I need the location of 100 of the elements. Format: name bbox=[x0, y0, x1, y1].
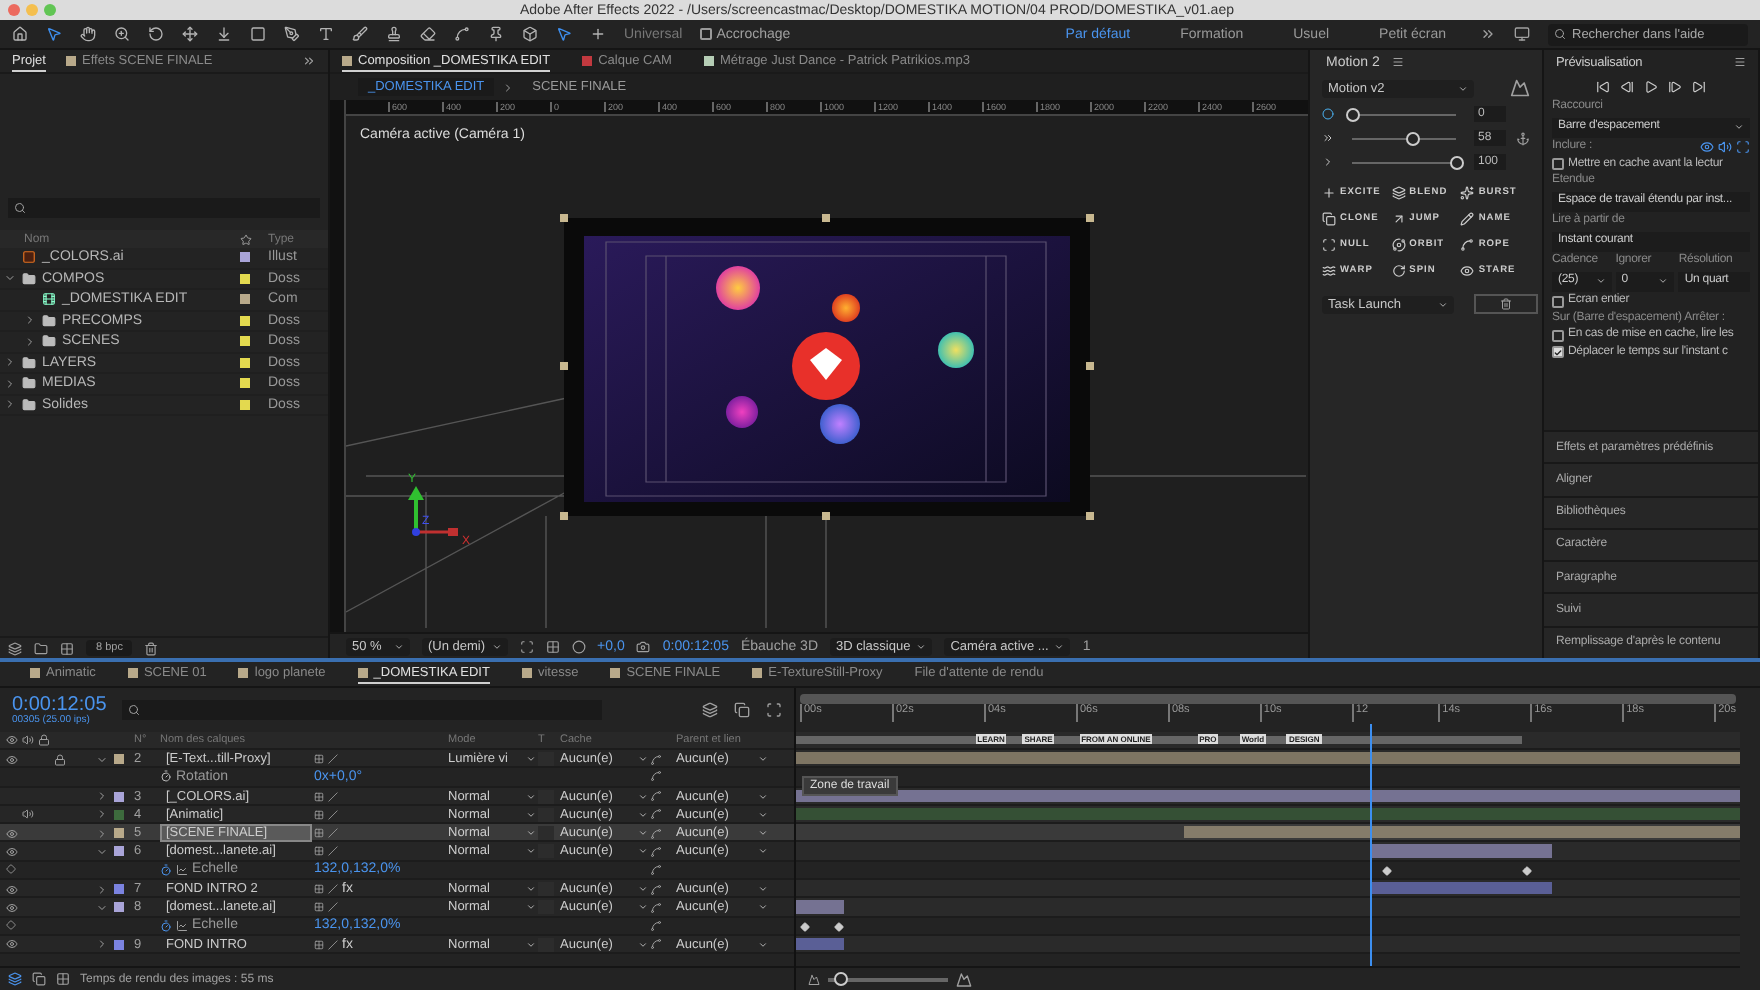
zoom-slider-thumb[interactable] bbox=[833, 972, 847, 986]
pick-whip-icon[interactable] bbox=[650, 790, 662, 803]
pick-whip-icon[interactable] bbox=[650, 919, 662, 932]
eraser-icon[interactable] bbox=[420, 26, 436, 42]
keyframe-nav-icon[interactable] bbox=[6, 864, 16, 875]
slider-thumb[interactable] bbox=[1449, 155, 1463, 169]
arrow-down-icon[interactable] bbox=[216, 26, 232, 42]
eye-icon[interactable] bbox=[1700, 140, 1714, 154]
curve-icon bbox=[1460, 238, 1475, 252]
orbit-icon bbox=[1391, 238, 1406, 252]
pick-whip-icon[interactable] bbox=[650, 863, 662, 876]
stopwatch-icon[interactable] bbox=[160, 919, 172, 932]
play-button[interactable] bbox=[1644, 79, 1658, 93]
keyframe-icon[interactable] bbox=[1522, 865, 1533, 876]
pick-whip-icon[interactable] bbox=[650, 808, 662, 821]
camera-icon[interactable] bbox=[636, 639, 651, 653]
grid-icon[interactable] bbox=[60, 641, 74, 655]
brush-icon[interactable] bbox=[352, 26, 368, 42]
folder-icon bbox=[22, 271, 36, 286]
slider-thumb[interactable] bbox=[1345, 107, 1359, 121]
plus-icon[interactable] bbox=[590, 26, 606, 42]
search-field[interactable] bbox=[8, 198, 320, 218]
folder-icon[interactable] bbox=[34, 641, 48, 655]
folder-icon bbox=[22, 355, 36, 370]
cube-icon[interactable] bbox=[522, 26, 538, 42]
more-icon[interactable] bbox=[1480, 26, 1496, 42]
eye-icon[interactable] bbox=[6, 938, 18, 951]
curve-icon[interactable] bbox=[454, 26, 470, 42]
hand-icon[interactable] bbox=[80, 26, 96, 42]
eye-icon[interactable] bbox=[6, 753, 18, 765]
monitor-icon[interactable] bbox=[1514, 26, 1530, 42]
search-icon bbox=[1554, 28, 1566, 40]
pick-whip-icon[interactable] bbox=[650, 901, 662, 914]
keyframe-icon[interactable] bbox=[833, 921, 844, 932]
delete-button[interactable] bbox=[1474, 294, 1538, 314]
region-icon[interactable] bbox=[519, 639, 534, 653]
zoom-in-icon[interactable] bbox=[956, 971, 972, 987]
first-frame-button[interactable] bbox=[1596, 79, 1610, 93]
pointer-icon[interactable] bbox=[46, 26, 62, 42]
eye-icon[interactable] bbox=[6, 901, 18, 914]
pick-whip-icon[interactable] bbox=[650, 827, 662, 840]
menu-icon[interactable] bbox=[1734, 56, 1746, 68]
copy-icon[interactable] bbox=[734, 702, 750, 718]
checkbox[interactable] bbox=[700, 28, 713, 40]
last-frame-button[interactable] bbox=[1692, 79, 1706, 93]
previous-frame-button[interactable] bbox=[1620, 79, 1634, 93]
speaker-icon[interactable] bbox=[22, 808, 34, 821]
pin-icon[interactable] bbox=[488, 26, 504, 42]
speaker-icon[interactable] bbox=[1718, 140, 1732, 154]
menu-icon[interactable] bbox=[1391, 56, 1404, 68]
keyframe-nav-icon[interactable] bbox=[6, 920, 16, 931]
home-icon[interactable] bbox=[12, 26, 28, 42]
layers-icon[interactable] bbox=[8, 641, 22, 655]
layer-bar[interactable] bbox=[1183, 826, 1740, 839]
eye-icon[interactable] bbox=[6, 845, 18, 858]
rotate-icon[interactable] bbox=[148, 26, 164, 42]
graph-icon bbox=[176, 919, 188, 932]
eye-icon[interactable] bbox=[6, 827, 18, 840]
copy-icon[interactable] bbox=[32, 972, 46, 986]
move-icon[interactable] bbox=[182, 26, 198, 42]
checkbox[interactable] bbox=[1552, 346, 1564, 358]
next-frame-button[interactable] bbox=[1668, 79, 1682, 93]
search-field[interactable] bbox=[122, 700, 603, 720]
trash-icon[interactable] bbox=[144, 641, 159, 655]
caret-icon bbox=[1734, 122, 1744, 132]
frame-icon[interactable] bbox=[766, 702, 782, 718]
zoom-icon[interactable] bbox=[114, 26, 130, 42]
composition-icon bbox=[42, 292, 56, 307]
stopwatch-icon[interactable] bbox=[160, 863, 172, 876]
stopwatch-icon[interactable] bbox=[160, 770, 172, 783]
keyframe-icon[interactable] bbox=[800, 921, 811, 932]
overlay-icon[interactable] bbox=[1736, 140, 1750, 154]
anchor-icon bbox=[1516, 131, 1530, 145]
eye-icon[interactable] bbox=[6, 883, 18, 896]
grid-icon[interactable] bbox=[56, 972, 70, 986]
checkbox[interactable] bbox=[1552, 158, 1564, 170]
rectangle-icon[interactable] bbox=[250, 26, 266, 42]
speaker-icon bbox=[22, 734, 34, 746]
keyframe-icon[interactable] bbox=[1381, 865, 1392, 876]
pick-whip-icon[interactable] bbox=[650, 753, 662, 765]
caret-icon bbox=[526, 754, 536, 764]
pen-icon[interactable] bbox=[284, 26, 300, 42]
zoom-out-icon[interactable] bbox=[808, 973, 820, 985]
layer-bar[interactable] bbox=[796, 789, 1740, 802]
layers-icon[interactable] bbox=[8, 972, 22, 986]
lock-icon[interactable] bbox=[54, 753, 66, 765]
pick-whip-icon[interactable] bbox=[650, 770, 662, 783]
more-icon[interactable] bbox=[302, 54, 316, 68]
text-icon[interactable] bbox=[318, 26, 334, 42]
checkbox[interactable] bbox=[1552, 329, 1564, 341]
stamp-icon[interactable] bbox=[386, 26, 402, 42]
caret-icon bbox=[1658, 276, 1669, 286]
layers-icon[interactable] bbox=[702, 702, 718, 718]
checkbox[interactable] bbox=[1552, 295, 1564, 307]
pick-whip-icon[interactable] bbox=[650, 938, 662, 951]
grid-icon[interactable] bbox=[545, 639, 560, 653]
slider-thumb[interactable] bbox=[1405, 131, 1420, 145]
pick-whip-icon[interactable] bbox=[650, 883, 662, 896]
pointer-icon[interactable] bbox=[556, 26, 572, 42]
pick-whip-icon[interactable] bbox=[650, 845, 662, 858]
